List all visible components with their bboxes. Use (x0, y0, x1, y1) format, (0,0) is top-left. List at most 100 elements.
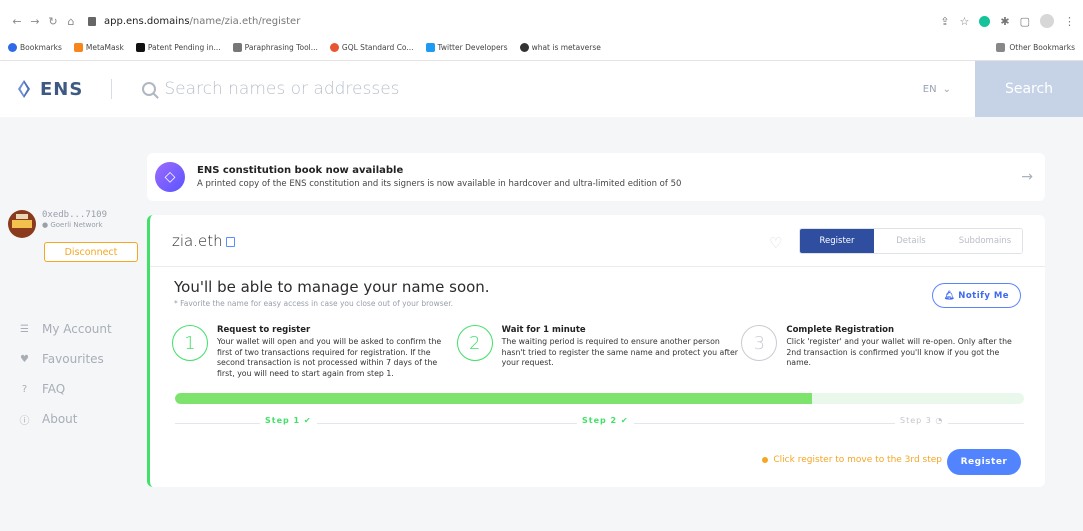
avatar (8, 210, 36, 238)
bookmarks-bar: Bookmarks MetaMask Patent Pending in... … (0, 38, 1083, 57)
register-hint: Click register to move to the 3rd step (762, 455, 942, 465)
bookmark-star-icon (8, 43, 17, 52)
step-text: Your wallet will open and you will be as… (217, 337, 442, 378)
warning-dot-icon (762, 457, 769, 463)
url-host: app.ens.domains (104, 15, 190, 27)
announcement-banner[interactable]: ◇ ENS constitution book now available A … (147, 153, 1045, 201)
grammarly-icon[interactable] (979, 15, 991, 27)
ens-logo-icon (18, 80, 30, 98)
sidebar-item-favourites[interactable]: ♥ Favourites (18, 344, 145, 374)
network-label: ● Goerli Network (42, 221, 103, 229)
info-icon: ⓘ (19, 415, 30, 427)
tab-details[interactable]: Details (874, 228, 948, 253)
ens-header: ENS EN ⌄ Search (0, 61, 1083, 117)
step-number: 1 (172, 325, 208, 361)
sidebar-item-label: My Account (42, 322, 112, 336)
search-button[interactable]: Search (975, 61, 1083, 117)
sidebar-item-about[interactable]: ⓘ About (18, 404, 145, 434)
bookmark-item[interactable]: Paraphrasing Tool... (232, 43, 318, 52)
chevron-down-icon: ⌄ (942, 83, 951, 95)
bookmark-item[interactable]: Bookmarks (8, 43, 62, 52)
banner-title: ENS constitution book now available (197, 165, 404, 176)
menu-icon[interactable]: ⋮ (1064, 15, 1075, 28)
header-divider (111, 79, 113, 99)
step-text: Click 'register' and your wallet will re… (786, 337, 1012, 367)
lock-icon (88, 16, 96, 26)
home-icon[interactable]: ⌂ (62, 15, 80, 28)
back-icon[interactable]: ← (8, 15, 26, 28)
sidebar-item-label: About (42, 412, 78, 426)
arrow-right-icon[interactable]: → (1021, 169, 1033, 185)
search-input[interactable] (164, 79, 765, 99)
ens-logo[interactable]: ENS (14, 79, 83, 100)
extensions-icon[interactable]: ✱ (1000, 15, 1009, 28)
browser-toolbar: ← → ↻ ⌂ app.ens.domains/name/zia.eth/reg… (0, 0, 1083, 42)
other-bookmarks[interactable]: Other Bookmarks (996, 43, 1075, 52)
list-icon: ☰ (20, 323, 29, 335)
step-text: The waiting period is required to ensure… (501, 337, 738, 367)
step-number: 2 (456, 325, 493, 361)
step-number: 3 (741, 325, 778, 361)
check-icon: ✔ (303, 416, 312, 425)
step-label-3: Step 3 ◔ (895, 416, 949, 425)
sidebar-menu: ☰ My Account ♥ Favourites ? FAQ ⓘ About (18, 314, 145, 434)
bookmark-item[interactable]: what is metaverse (519, 43, 601, 52)
language-select[interactable]: EN ⌄ (923, 84, 951, 95)
profile-icon[interactable] (1040, 14, 1054, 28)
star-icon[interactable]: ☆ (960, 15, 970, 28)
notify-me-button[interactable]: 🔔︎ Notify Me (932, 283, 1021, 308)
disconnect-button[interactable]: Disconnect (44, 242, 138, 262)
sidebar: 0xedb...7109 ● Goerli Network Disconnect… (0, 210, 145, 434)
globe-icon (519, 43, 529, 52)
metamask-icon (73, 43, 83, 52)
pending-icon: ◔ (935, 416, 944, 425)
wallet-address: 0xedb...7109 (42, 210, 108, 220)
banner-text: A printed copy of the ENS constitution a… (197, 179, 682, 189)
url-path: /name/zia.eth/register (189, 15, 301, 27)
step-item: 2 Wait for 1 minute The waiting period i… (456, 325, 742, 379)
ens-logo-text: ENS (40, 78, 84, 100)
copy-icon[interactable] (225, 237, 235, 247)
sidebar-item-faq[interactable]: ? FAQ (18, 374, 145, 404)
check-icon: ✔ (620, 416, 629, 425)
reload-icon[interactable]: ↻ (44, 15, 62, 28)
register-button[interactable]: Register (947, 449, 1021, 475)
manage-subtitle: * Favorite the name for easy access in c… (174, 299, 454, 308)
notify-label: Notify Me (958, 290, 1010, 301)
share-icon[interactable]: ⇪ (940, 15, 949, 28)
bookmark-item[interactable]: GQL Standard Co... (329, 43, 414, 52)
bookmark-item[interactable]: Patent Pending in... (135, 43, 221, 52)
heart-icon: ♥ (20, 353, 29, 365)
domain-name: zia.eth (172, 231, 223, 250)
favorite-heart-icon[interactable]: ♡ (769, 234, 785, 252)
folder-icon (996, 43, 1006, 52)
notion-icon (135, 43, 145, 52)
sidebar-item-label: Favourites (42, 352, 104, 366)
bell-icon: 🔔︎ (943, 290, 956, 301)
step-label-1: Step 1 ✔ (260, 416, 317, 425)
step-item: 3 Complete Registration Click 'register'… (741, 325, 1026, 379)
tab-group: Register Details Subdomains (799, 227, 1023, 254)
step-label-2: Step 2 ✔ (577, 416, 634, 425)
sidebar-item-label: FAQ (42, 382, 66, 396)
step-title: Complete Registration (786, 325, 895, 335)
ens-badge-icon: ◇ (155, 162, 185, 192)
sidepanel-icon[interactable]: ▢ (1020, 15, 1030, 28)
bookmark-item[interactable]: MetaMask (73, 43, 124, 52)
progress-fill (175, 393, 812, 404)
step-title: Request to register (217, 325, 311, 335)
sidebar-item-my-account[interactable]: ☰ My Account (18, 314, 145, 344)
card-header: zia.eth ♡ Register Details Subdomains (150, 215, 1045, 267)
gql-icon (329, 43, 339, 52)
address-bar[interactable]: app.ens.domains/name/zia.eth/register (88, 10, 940, 32)
step-title: Wait for 1 minute (501, 325, 586, 335)
steps-row: 1 Request to register Your wallet will o… (172, 325, 1026, 379)
search-icon (142, 82, 157, 96)
tab-register[interactable]: Register (800, 228, 874, 253)
account-info: 0xedb...7109 ● Goerli Network (0, 210, 145, 238)
progress-bar (175, 393, 1024, 404)
registration-card: zia.eth ♡ Register Details Subdomains Yo… (147, 215, 1045, 487)
bookmark-item[interactable]: Twitter Developers (425, 43, 508, 52)
tab-subdomains[interactable]: Subdomains (948, 228, 1022, 253)
forward-icon[interactable]: → (26, 15, 44, 28)
